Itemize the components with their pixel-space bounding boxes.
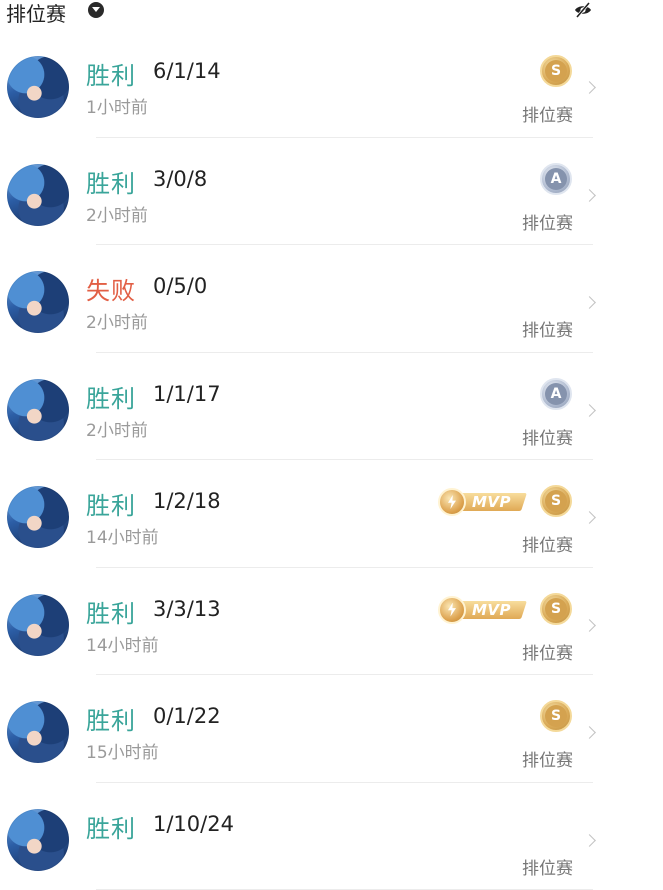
match-result: 胜利	[86, 379, 136, 414]
page-title[interactable]: 排位赛	[6, 0, 66, 27]
grade-letter: S	[545, 705, 567, 727]
match-time: 14小时前	[86, 523, 159, 548]
grade-letter: A	[545, 168, 567, 190]
chevron-right-icon[interactable]	[583, 296, 596, 309]
mvp-icon	[438, 596, 466, 624]
hero-avatar	[7, 486, 69, 548]
kda-score: 6/1/14	[153, 59, 221, 83]
header: 排位赛	[0, 0, 663, 26]
match-time: 1小时前	[86, 93, 148, 118]
grade-medal-icon: A	[540, 378, 572, 410]
match-row[interactable]: 胜利 3/3/13 14小时前 MVP S 排位赛	[0, 568, 663, 676]
grade-letter: S	[545, 490, 567, 512]
eye-off-icon[interactable]	[573, 1, 593, 19]
grade-letter: S	[545, 60, 567, 82]
kda-score: 1/1/17	[153, 382, 221, 406]
grade-medal-icon: A	[540, 163, 572, 195]
match-result: 胜利	[86, 486, 136, 521]
match-result: 胜利	[86, 701, 136, 736]
match-mode: 排位赛	[522, 424, 573, 449]
match-mode: 排位赛	[522, 316, 573, 341]
match-mode: 排位赛	[522, 209, 573, 234]
match-mode: 排位赛	[522, 746, 573, 771]
match-mode: 排位赛	[522, 854, 573, 879]
grade-medal-icon: S	[540, 593, 572, 625]
hero-avatar	[7, 809, 69, 871]
grade-medal-icon: S	[540, 55, 572, 87]
chevron-right-icon[interactable]	[583, 726, 596, 739]
match-result: 胜利	[86, 56, 136, 91]
grade-medal-icon: S	[540, 485, 572, 517]
match-mode: 排位赛	[522, 531, 573, 556]
kda-score: 3/0/8	[153, 167, 207, 191]
hero-avatar	[7, 594, 69, 656]
match-time: 14小时前	[86, 631, 159, 656]
match-row[interactable]: 失败 0/5/02小时前 排位赛	[0, 245, 663, 353]
mvp-badge: MVP	[434, 489, 526, 516]
grade-medal-icon: S	[540, 700, 572, 732]
match-mode: 排位赛	[522, 101, 573, 126]
match-time: 2小时前	[86, 416, 148, 441]
chevron-right-icon[interactable]	[583, 404, 596, 417]
chevron-right-icon[interactable]	[583, 511, 596, 524]
hero-avatar	[7, 379, 69, 441]
match-result: 失败	[86, 271, 136, 306]
hero-avatar	[7, 164, 69, 226]
match-row[interactable]: 胜利 1/1/172小时前 A 排位赛	[0, 353, 663, 461]
mvp-icon	[438, 488, 466, 516]
match-row[interactable]: 胜利 3/0/82小时前 A 排位赛	[0, 138, 663, 246]
match-list: 胜利6/1/141小时前S排位赛胜利3/0/82小时前A排位赛失败0/5/02小…	[0, 30, 663, 890]
match-result: 胜利	[86, 164, 136, 199]
chevron-down-icon[interactable]	[88, 2, 104, 18]
mvp-label: MVP	[472, 493, 511, 511]
chevron-right-icon[interactable]	[583, 189, 596, 202]
match-time: 15小时前	[86, 738, 159, 763]
chevron-right-icon[interactable]	[583, 619, 596, 632]
kda-score: 0/1/22	[153, 704, 221, 728]
grade-letter: A	[545, 383, 567, 405]
hero-avatar	[7, 271, 69, 333]
match-row[interactable]: 胜利 6/1/141小时前 S 排位赛	[0, 30, 663, 138]
hero-avatar	[7, 701, 69, 763]
match-row[interactable]: 胜利 0/1/22 15小时前 S 排位赛	[0, 675, 663, 783]
match-row[interactable]: 胜利 1/2/18 14小时前 MVP S 排位赛	[0, 460, 663, 568]
match-time: 2小时前	[86, 201, 148, 226]
hero-avatar	[7, 56, 69, 118]
match-mode: 排位赛	[522, 639, 573, 664]
kda-score: 0/5/0	[153, 274, 207, 298]
kda-score: 3/3/13	[153, 597, 221, 621]
match-row[interactable]: 胜利 1/10/24 排位赛	[0, 783, 663, 890]
match-result: 胜利	[86, 809, 136, 844]
match-result: 胜利	[86, 594, 136, 629]
kda-score: 1/10/24	[153, 812, 234, 836]
chevron-right-icon[interactable]	[583, 834, 596, 847]
chevron-right-icon[interactable]	[583, 81, 596, 94]
match-time: 2小时前	[86, 308, 148, 333]
mvp-label: MVP	[472, 601, 511, 619]
kda-score: 1/2/18	[153, 489, 221, 513]
grade-letter: S	[545, 598, 567, 620]
mvp-badge: MVP	[434, 597, 526, 624]
